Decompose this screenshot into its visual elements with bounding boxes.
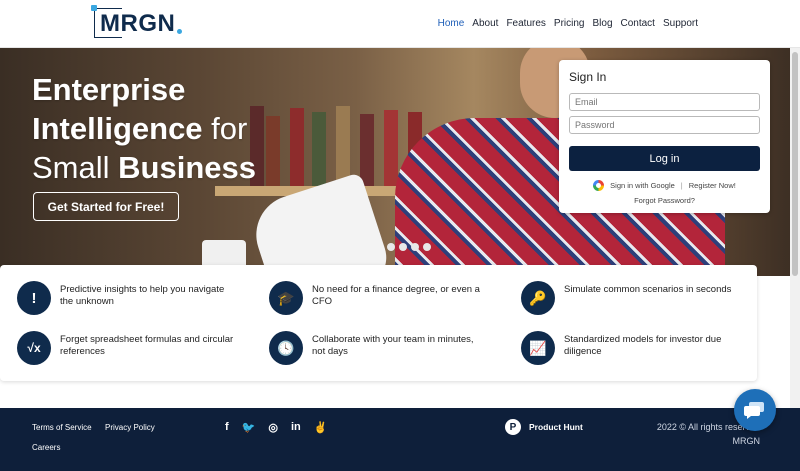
- carousel-dots: [387, 243, 431, 251]
- features-panel: ! Predictive insights to help you naviga…: [0, 265, 757, 381]
- nav-about[interactable]: About: [472, 18, 498, 29]
- bookshelf-book: [266, 116, 280, 186]
- feature-item: ! Predictive insights to help you naviga…: [17, 281, 235, 315]
- linkedin-icon[interactable]: in: [291, 421, 301, 434]
- nav-pricing[interactable]: Pricing: [554, 18, 585, 29]
- privacy-link[interactable]: Privacy Policy: [105, 423, 155, 432]
- exclamation-icon: !: [17, 281, 51, 315]
- social-links: f 🐦 ◎ in ✌: [225, 421, 327, 434]
- nav-features[interactable]: Features: [506, 18, 545, 29]
- nav-blog[interactable]: Blog: [592, 18, 612, 29]
- carousel-dot-4[interactable]: [423, 243, 431, 251]
- chat-icon: [744, 402, 764, 419]
- nav-support[interactable]: Support: [663, 18, 698, 29]
- hero-title-line3-light: Small: [32, 150, 119, 185]
- hero-title-line3-bold: Business: [118, 150, 256, 185]
- feature-text: Collaborate with your team in minutes, n…: [312, 334, 474, 357]
- nav-contact[interactable]: Contact: [621, 18, 655, 29]
- hero-title: Enterprise Intelligence for Small Busine…: [32, 70, 256, 187]
- bookshelf-book: [384, 110, 398, 186]
- terms-link[interactable]: Terms of Service: [32, 423, 92, 432]
- product-hunt-label: Product Hunt: [529, 422, 583, 432]
- password-field[interactable]: [569, 116, 760, 134]
- twitter-icon[interactable]: 🐦: [242, 421, 256, 434]
- feature-text: Predictive insights to help you navigate…: [60, 284, 225, 307]
- feature-item: 🎓 No need for a finance degree, or even …: [269, 281, 487, 315]
- forgot-password-link[interactable]: Forgot Password?: [569, 196, 760, 205]
- carousel-dot-2[interactable]: [399, 243, 407, 251]
- site-footer: Terms of Service Privacy Policy Careers …: [0, 408, 800, 471]
- chat-button[interactable]: [734, 389, 776, 431]
- carousel-dot-3[interactable]: [411, 243, 419, 251]
- feature-item: √x Forget spreadsheet formulas and circu…: [17, 331, 235, 365]
- sign-in-title: Sign In: [569, 70, 607, 84]
- bookshelf-book: [360, 114, 374, 186]
- feature-item: 🔑 Simulate common scenarios in seconds: [521, 281, 739, 315]
- login-button[interactable]: Log in: [569, 146, 760, 171]
- bookshelf-book: [312, 112, 326, 186]
- product-hunt-link[interactable]: P Product Hunt: [505, 419, 583, 435]
- carousel-dot-1[interactable]: [387, 243, 395, 251]
- email-field[interactable]: [569, 93, 760, 111]
- sign-in-card: Sign In Log in Sign in with Google | Reg…: [559, 60, 770, 213]
- sign-in-options: Sign in with Google | Register Now!: [569, 180, 760, 191]
- graduate-icon: 🎓: [269, 281, 303, 315]
- nav-home[interactable]: Home: [438, 18, 465, 29]
- feature-text: Standardized models for investor due dil…: [564, 334, 722, 357]
- page-scrollbar[interactable]: [790, 48, 800, 408]
- hero-title-line2-bold: Intelligence: [32, 111, 203, 146]
- angellist-icon[interactable]: ✌: [314, 421, 328, 434]
- clock-icon: 🕓: [269, 331, 303, 365]
- square-root-icon: √x: [17, 331, 51, 365]
- google-icon[interactable]: [593, 180, 605, 191]
- hero-title-line2-light: for: [202, 111, 248, 146]
- mrgn-logo[interactable]: MRGN: [91, 5, 184, 40]
- logo-text: MRGN: [100, 10, 176, 37]
- google-sign-in-link[interactable]: Sign in with Google: [610, 181, 675, 190]
- scrollbar-thumb[interactable]: [792, 52, 798, 276]
- register-link[interactable]: Register Now!: [689, 181, 736, 190]
- bookshelf-book: [336, 106, 350, 186]
- key-icon: 🔑: [521, 281, 555, 315]
- instagram-icon[interactable]: ◎: [268, 421, 278, 434]
- chart-icon: 📈: [521, 331, 555, 365]
- feature-text: Simulate common scenarios in seconds: [564, 284, 732, 295]
- separator: |: [680, 181, 683, 190]
- hero-title-line1: Enterprise: [32, 72, 186, 107]
- feature-item: 🕓 Collaborate with your team in minutes,…: [269, 331, 487, 365]
- feature-text: No need for a finance degree, or even a …: [312, 284, 480, 307]
- facebook-icon[interactable]: f: [225, 421, 229, 434]
- copyright-company: MRGN: [732, 436, 761, 446]
- site-header: MRGN Home About Features Pricing Blog Co…: [0, 0, 800, 48]
- logo-dot-icon: [177, 29, 182, 34]
- feature-item: 📈 Standardized models for investor due d…: [521, 331, 739, 365]
- careers-link[interactable]: Careers: [32, 443, 60, 452]
- main-nav: Home About Features Pricing Blog Contact…: [438, 18, 698, 29]
- product-hunt-icon: P: [505, 419, 521, 435]
- feature-text: Forget spreadsheet formulas and circular…: [60, 334, 234, 357]
- get-started-button[interactable]: Get Started for Free!: [33, 192, 179, 221]
- bookshelf-book: [290, 108, 304, 186]
